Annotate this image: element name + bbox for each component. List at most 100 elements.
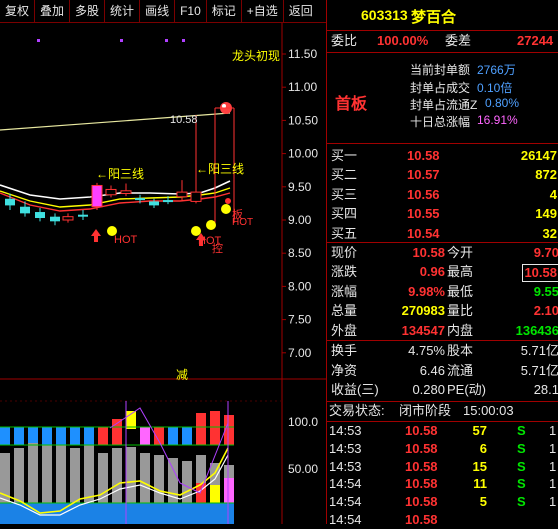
finance-label: 流通 (447, 362, 474, 378)
price-axis-label: 11.50 (288, 47, 317, 61)
seal-label: 封单占流通Z (410, 98, 478, 112)
quote-row: 总量 270983 量比 2.10 (327, 301, 558, 321)
seal-label: 当前封单额 (410, 63, 471, 77)
hot-mark: HOT (232, 217, 253, 228)
candle-body (190, 191, 202, 202)
overlay-button[interactable]: 叠加 (35, 0, 71, 22)
buy-level-label: 买四 (331, 206, 358, 222)
weicha-value: 27244 (517, 33, 554, 48)
finance-row: 净资 6.46 流通 5.71亿 (327, 361, 558, 381)
tick-time: 14:54 (329, 512, 362, 527)
candle-body (135, 198, 145, 201)
fuquan-button[interactable]: 复权 (0, 0, 36, 22)
quote-label: 涨跌 (331, 264, 358, 280)
tick-volume: 11 (473, 476, 487, 492)
quote-value: 2.10 (533, 303, 558, 319)
quote-value: 9.55 (533, 283, 558, 299)
tick-price: 10.58 (405, 494, 438, 510)
chart-toolbar: 复权 叠加 多股 统计 画线 F10 标记 +自选 返回 (0, 0, 326, 23)
mark-button[interactable]: 标记 (207, 0, 242, 22)
buy-level-volume: 149 (535, 206, 557, 222)
buy-level-volume: 26147 (520, 148, 557, 163)
finance-label: 股本 (447, 343, 474, 358)
price-axis-label: 9.50 (288, 180, 312, 194)
candle-body (149, 201, 159, 206)
buy-level-price: 10.58 (407, 148, 440, 163)
reduce-mark: 减 (176, 368, 188, 382)
candle-body (120, 190, 132, 194)
buy-level-label: 买二 (331, 167, 358, 183)
trade-status-row: 交易状态: 闭市阶段 15:00:03 (327, 401, 558, 421)
price-axis-label: 7.50 (288, 313, 312, 327)
price-axis: 11.50 11.00 10.50 10.00 9.50 9.00 8.50 8.00 7.50… (282, 47, 318, 360)
quote-value: 134547 (401, 322, 445, 338)
quote-value: 0.96 (419, 264, 445, 280)
statistics-button[interactable]: 统计 (105, 0, 141, 22)
weibi-label: 委比 (331, 33, 358, 48)
signal-dot (206, 220, 216, 230)
buy-level-row[interactable]: 买二 10.57 872 (327, 165, 558, 185)
quote-label: 总量 (331, 303, 358, 319)
tick-price: 10.58 (405, 512, 438, 527)
tick-row: 14:53 10.58 57 S 1 (327, 422, 558, 440)
tick-time: 14:54 (329, 476, 362, 492)
yang-label-left: ←阳三线 (96, 167, 144, 181)
seal-label: 十日总涨幅 (410, 115, 471, 129)
tick-count: 1 (549, 476, 557, 492)
buy-level-price: 10.57 (407, 167, 440, 183)
tick-row: 14:53 10.58 6 S 1 (327, 440, 558, 458)
tick-time: 14:54 (329, 494, 362, 510)
tick-time: 14:53 (329, 458, 362, 474)
quote-label: 今开 (447, 245, 474, 260)
finance-label: 净资 (331, 362, 358, 378)
seal-label: 封单占成交 (410, 81, 471, 95)
quote-panel: 603313 梦百合 委比 100.00% 委差 27244 首板 当前封单额 … (326, 0, 558, 527)
buy-level-row[interactable]: 买五 10.54 32 (327, 224, 558, 244)
candle-body (78, 214, 88, 217)
seal-value: 16.91% (477, 113, 518, 127)
draw-line-button[interactable]: 画线 (140, 0, 176, 22)
buy-level-row[interactable]: 买一 10.58 26147 (327, 146, 558, 166)
buy-level-volume: 4 (549, 186, 557, 202)
kline-chart[interactable]: 11.50 11.00 10.50 10.00 9.50 9.00 8.50 8.00 7.50… (0, 23, 326, 524)
finance-value: 28.1 (533, 382, 558, 397)
tick-time: 14:53 (329, 440, 362, 456)
add-watchlist-button[interactable]: +自选 (242, 0, 284, 22)
buy-level-row[interactable]: 买三 10.56 4 (327, 185, 558, 205)
tick-volume: 57 (472, 423, 487, 438)
seal-value: 2766万 (477, 63, 516, 77)
finance-value: 6.46 (419, 362, 445, 378)
f10-button[interactable]: F10 (175, 0, 207, 22)
buy-level-row[interactable]: 买四 10.55 149 (327, 204, 558, 224)
signal-dot (221, 204, 231, 214)
tick-count: 1 (549, 440, 557, 456)
quote-label: 外盘 (331, 322, 358, 338)
tick-direction: S (517, 458, 526, 474)
finance-value: 5.71亿 (520, 362, 558, 378)
buy-level-volume: 872 (535, 167, 557, 183)
quote-label: 内盘 (447, 322, 474, 338)
price-axis-label: 10.00 (288, 147, 318, 161)
tick-price: 10.58 (405, 440, 438, 456)
candle-body (50, 216, 60, 222)
quote-value: 9.98% (408, 283, 445, 299)
candle-body (176, 191, 188, 198)
finance-value: 4.75% (408, 343, 445, 358)
candle-body (35, 212, 45, 219)
yang-label-right: ←阳三线 (196, 162, 244, 176)
back-button[interactable]: 返回 (284, 0, 318, 22)
price-axis-label: 7.00 (288, 346, 312, 360)
tick-direction: S (517, 494, 526, 510)
quote-value: 10.58 (522, 264, 558, 283)
tick-volume: 15 (472, 458, 487, 474)
candle-body (5, 198, 15, 206)
finance-label: 收益(三) (331, 382, 379, 397)
buy-level-label: 买五 (331, 225, 358, 241)
price-tag: 10.58 (170, 114, 198, 126)
tick-price: 10.58 (405, 476, 438, 492)
tick-count: 1 (549, 458, 557, 474)
tick-price: 10.58 (405, 423, 438, 438)
quote-label: 涨幅 (331, 283, 358, 299)
multi-stock-button[interactable]: 多股 (70, 0, 106, 22)
tick-direction: S (517, 476, 526, 492)
